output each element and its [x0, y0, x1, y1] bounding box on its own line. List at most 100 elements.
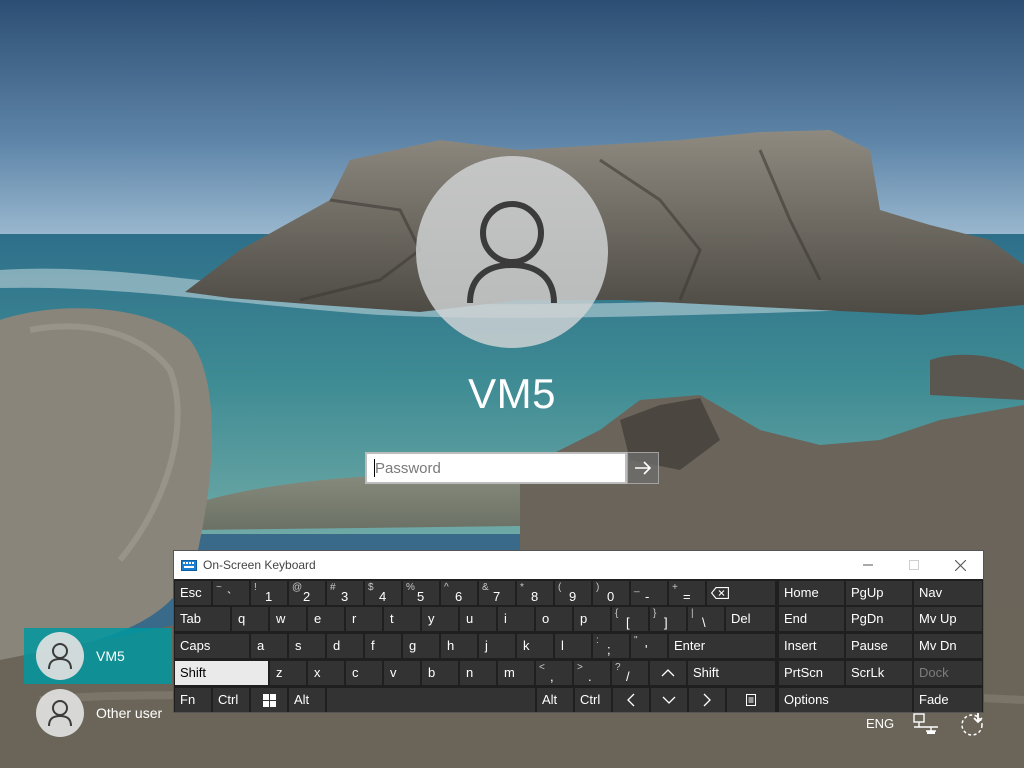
key-x[interactable]: x [308, 661, 344, 685]
user-avatar-small [36, 689, 84, 737]
key-home[interactable]: Home [779, 581, 844, 605]
key-insert[interactable]: Insert [779, 634, 844, 658]
key-down-arrow[interactable] [651, 688, 687, 712]
key-fn[interactable]: Fn [175, 688, 211, 712]
minimize-button[interactable] [845, 551, 891, 579]
user-list-item-vm5[interactable]: VM5 [24, 628, 172, 684]
key-f[interactable]: f [365, 634, 401, 658]
osk-title: On-Screen Keyboard [203, 558, 316, 572]
key-shift-left[interactable]: Shift [175, 661, 268, 685]
key-9[interactable]: (9 [555, 581, 591, 605]
key-shift-right[interactable]: Shift [688, 661, 775, 685]
key-minus[interactable]: _ - [631, 581, 667, 605]
key-enter[interactable]: Enter [669, 634, 775, 658]
key-move-down[interactable]: Mv Dn [914, 634, 982, 658]
chevron-up-icon [661, 669, 675, 677]
key-s[interactable]: s [289, 634, 325, 658]
key-a[interactable]: a [251, 634, 287, 658]
key-l[interactable]: l [555, 634, 591, 658]
key-caps[interactable]: Caps [175, 634, 249, 658]
key-v[interactable]: v [384, 661, 420, 685]
key-backspace[interactable] [707, 581, 775, 605]
key-quote[interactable]: " ' [631, 634, 667, 658]
submit-button[interactable] [627, 452, 659, 484]
key-semicolon[interactable]: :; [593, 634, 629, 658]
key-end[interactable]: End [779, 607, 844, 631]
key-ctrl-right[interactable]: Ctrl [575, 688, 611, 712]
key-backslash[interactable]: | \ [688, 607, 724, 631]
network-icon [913, 713, 938, 734]
key-o[interactable]: o [536, 607, 572, 631]
key-j[interactable]: j [479, 634, 515, 658]
ease-of-access-button[interactable] [958, 711, 988, 737]
key-alt-left[interactable]: Alt [289, 688, 325, 712]
key-tab[interactable]: Tab [175, 607, 230, 631]
password-input[interactable] [365, 452, 627, 484]
key-m[interactable]: m [498, 661, 534, 685]
key-right-arrow[interactable] [689, 688, 725, 712]
key-g[interactable]: g [403, 634, 439, 658]
key-r[interactable]: r [346, 607, 382, 631]
key-scrlk[interactable]: ScrLk [846, 661, 912, 685]
key-right-bracket[interactable]: }] [650, 607, 686, 631]
key-u[interactable]: u [460, 607, 496, 631]
key-fade[interactable]: Fade [914, 688, 982, 712]
user-list-name: Other user [96, 705, 163, 721]
key-pgup[interactable]: PgUp [846, 581, 912, 605]
key-comma[interactable]: <, [536, 661, 572, 685]
key-backtick[interactable]: ~ ` [213, 581, 249, 605]
key-6[interactable]: ^ 6 [441, 581, 477, 605]
input-language-indicator[interactable]: ENG [866, 716, 894, 731]
user-list-item-other-user[interactable]: Other user [24, 685, 172, 741]
key-pgdn[interactable]: PgDn [846, 607, 912, 631]
key-1[interactable]: ! 1 [251, 581, 287, 605]
key-menu[interactable] [727, 688, 775, 712]
key-space[interactable] [327, 688, 535, 712]
key-prtscn[interactable]: PrtScn [779, 661, 844, 685]
key-4[interactable]: $4 [365, 581, 401, 605]
key-z[interactable]: z [270, 661, 306, 685]
key-left-arrow[interactable] [613, 688, 649, 712]
key-period[interactable]: >. [574, 661, 610, 685]
key-slash[interactable]: ? / [612, 661, 648, 685]
key-alt-right[interactable]: Alt [537, 688, 573, 712]
key-h[interactable]: h [441, 634, 477, 658]
key-c[interactable]: c [346, 661, 382, 685]
key-3[interactable]: #3 [327, 581, 363, 605]
key-windows[interactable] [251, 688, 287, 712]
key-y[interactable]: y [422, 607, 458, 631]
key-n[interactable]: n [460, 661, 496, 685]
key-p[interactable]: p [574, 607, 610, 631]
keyboard-icon [181, 559, 197, 571]
key-w[interactable]: w [270, 607, 306, 631]
key-move-up[interactable]: Mv Up [914, 607, 982, 631]
key-left-bracket[interactable]: {[ [612, 607, 648, 631]
user-avatar-icon [48, 700, 72, 727]
key-esc[interactable]: Esc [175, 581, 211, 605]
key-5[interactable]: % 5 [403, 581, 439, 605]
key-b[interactable]: b [422, 661, 458, 685]
key-2[interactable]: @2 [289, 581, 325, 605]
key-q[interactable]: q [232, 607, 268, 631]
key-options[interactable]: Options [779, 688, 912, 712]
close-button[interactable] [937, 551, 983, 579]
key-pause[interactable]: Pause [846, 634, 912, 658]
key-e[interactable]: e [308, 607, 344, 631]
on-screen-keyboard: On-Screen Keyboard Esc ~ ` ! 1 @2 #3 $4 % 5… [173, 550, 984, 713]
key-ctrl-left[interactable]: Ctrl [213, 688, 249, 712]
key-nav[interactable]: Nav [914, 581, 982, 605]
key-equals[interactable]: + = [669, 581, 705, 605]
key-t[interactable]: t [384, 607, 420, 631]
key-up-arrow[interactable] [650, 661, 686, 685]
maximize-icon [909, 560, 919, 570]
key-7[interactable]: & 7 [479, 581, 515, 605]
key-k[interactable]: k [517, 634, 553, 658]
key-d[interactable]: d [327, 634, 363, 658]
network-button[interactable] [911, 711, 941, 737]
key-i[interactable]: i [498, 607, 534, 631]
key-8[interactable]: * 8 [517, 581, 553, 605]
key-0[interactable]: ) 0 [593, 581, 629, 605]
key-del[interactable]: Del [726, 607, 775, 631]
arrow-right-icon [635, 461, 652, 475]
user-avatar-icon [48, 643, 72, 670]
